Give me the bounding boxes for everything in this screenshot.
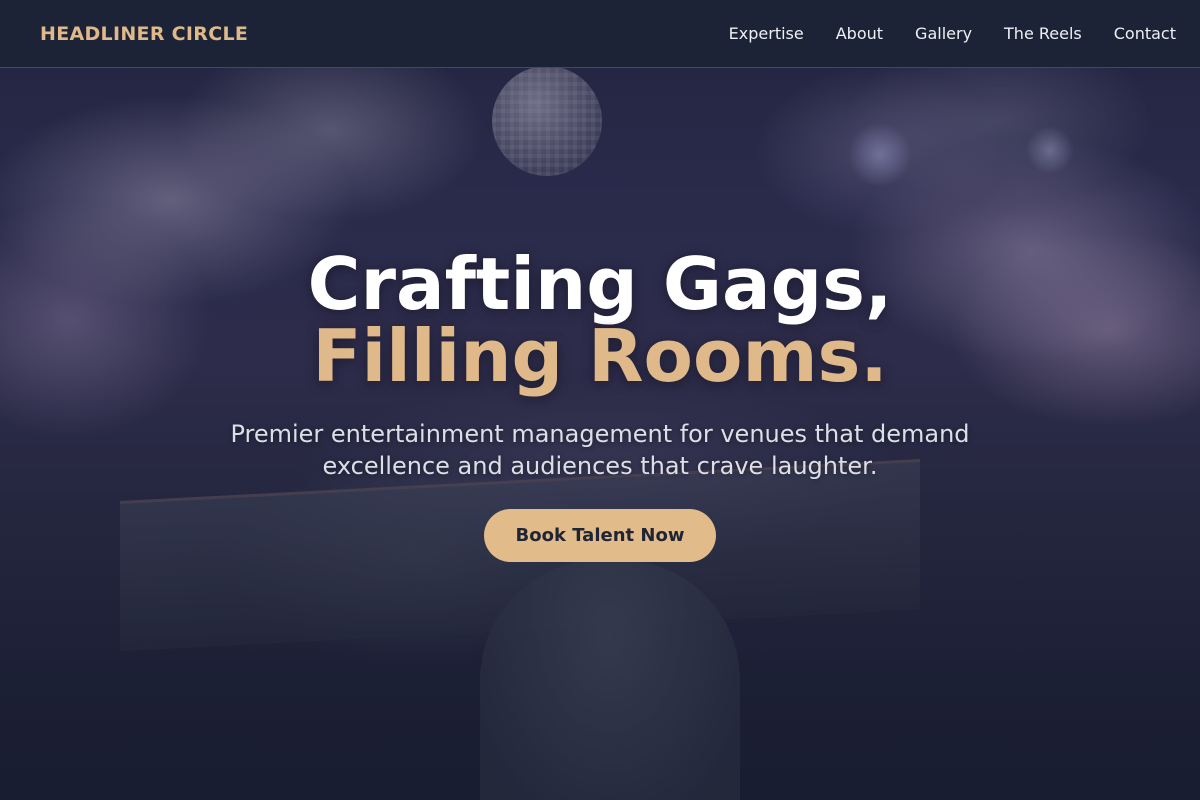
navbar: HEADLINER CIRCLE Expertise About Gallery… (0, 0, 1200, 68)
headline-line-1: Crafting Gags, (307, 242, 893, 326)
nav-link-about[interactable]: About (836, 24, 883, 43)
nav-links: Expertise About Gallery The Reels Contac… (729, 24, 1176, 43)
nav-link-the-reels[interactable]: The Reels (1004, 24, 1082, 43)
brand-logo[interactable]: HEADLINER CIRCLE (40, 23, 248, 45)
headline-line-2: Filling Rooms. (312, 314, 888, 398)
hero-headline: Crafting Gags, Filling Rooms. (0, 248, 1200, 392)
book-talent-button[interactable]: Book Talent Now (484, 509, 716, 562)
nav-link-expertise[interactable]: Expertise (729, 24, 804, 43)
hero-subtext: Premier entertainment management for ven… (230, 420, 970, 480)
nav-link-contact[interactable]: Contact (1114, 24, 1176, 43)
hero-section: Crafting Gags, Filling Rooms. Premier en… (0, 68, 1200, 800)
nav-link-gallery[interactable]: Gallery (915, 24, 972, 43)
